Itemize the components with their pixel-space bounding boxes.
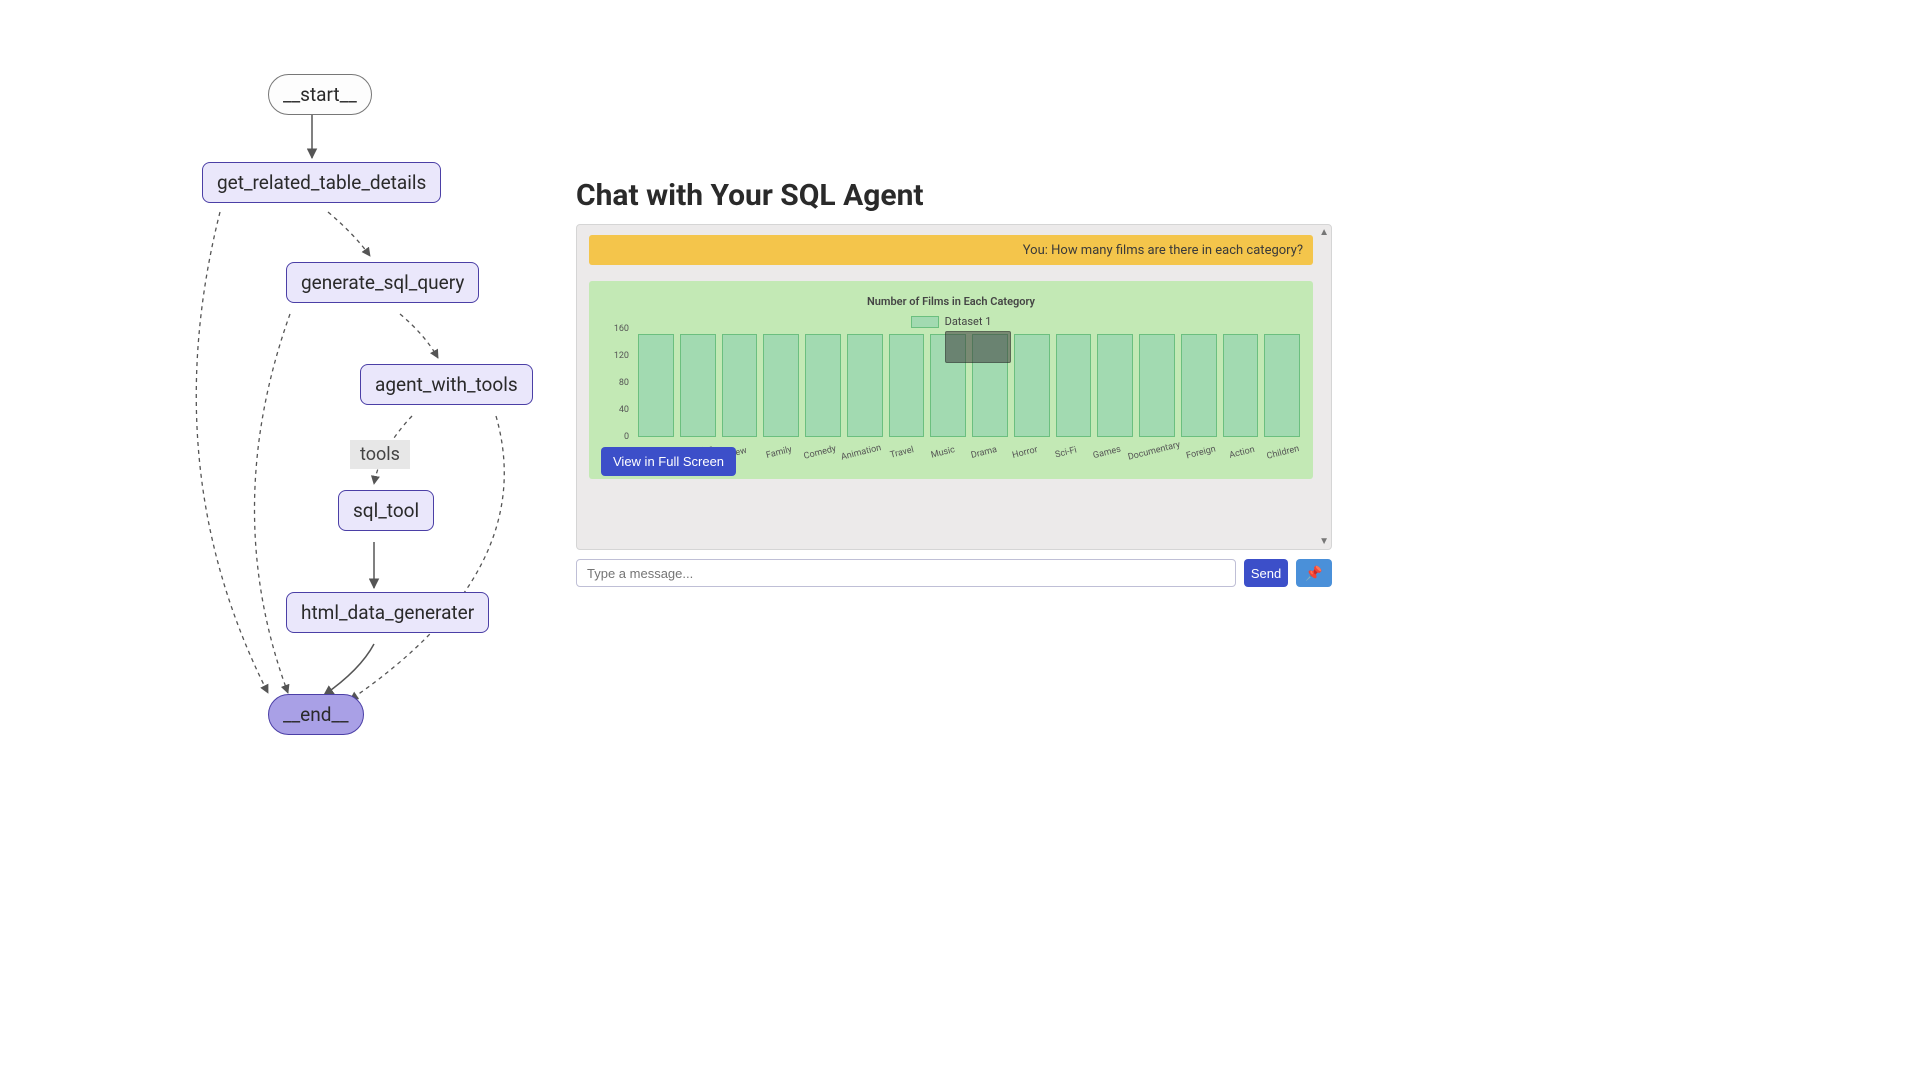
chart-tooltip (945, 331, 1011, 363)
x-tick-label: Drama (963, 443, 1005, 463)
chart-bar[interactable] (722, 334, 758, 437)
x-tick-label: Horror (1004, 443, 1046, 463)
chart-plot-area: 04080120160 (607, 329, 1303, 437)
chart-bar[interactable] (638, 334, 674, 437)
x-tick-label: Sci-Fi (1045, 443, 1087, 463)
node-label: __end__ (283, 703, 349, 726)
chart-bar[interactable] (680, 334, 716, 437)
attach-button[interactable]: 📌 (1296, 559, 1332, 587)
chart-bar[interactable] (1264, 334, 1300, 437)
y-tick: 40 (605, 405, 629, 415)
user-question: How many films are there in each categor… (1051, 243, 1303, 258)
node-label: tools (360, 444, 400, 465)
edge-label-tools: tools (350, 440, 410, 469)
x-tick-label: Foreign (1180, 443, 1222, 463)
node-generate-sql-query: generate_sql_query (286, 262, 479, 303)
legend-label: Dataset 1 (945, 315, 992, 328)
chart-bar[interactable] (805, 334, 841, 437)
chart-bar[interactable] (889, 334, 925, 437)
view-fullscreen-button[interactable]: View in Full Screen (601, 447, 736, 476)
node-label: sql_tool (353, 499, 419, 522)
scrollbar-up-icon[interactable]: ▲ (1319, 227, 1329, 238)
x-tick-label: Music (922, 443, 964, 463)
chart-bar[interactable] (1097, 334, 1133, 437)
y-tick: 120 (605, 351, 629, 361)
node-label: __start__ (283, 83, 357, 106)
chart-bar[interactable] (847, 334, 883, 437)
chart-bar[interactable] (763, 334, 799, 437)
agent-message-chart: Number of Films in Each Category Dataset… (589, 281, 1313, 479)
node-get-related-table-details: get_related_table_details (202, 162, 441, 203)
chart-bar[interactable] (1139, 334, 1175, 437)
chart-bar[interactable] (1056, 334, 1092, 437)
y-axis-ticks: 04080120160 (607, 329, 631, 437)
node-end: __end__ (268, 694, 364, 735)
user-message-text: You: How many films are there in each ca… (1023, 243, 1303, 258)
scrollbar-down-icon[interactable]: ▼ (1319, 536, 1329, 547)
send-button[interactable]: Send (1244, 559, 1288, 587)
chart-bar[interactable] (1223, 334, 1259, 437)
x-tick-label: Comedy (799, 443, 841, 463)
chart-title: Number of Films in Each Category (589, 295, 1313, 308)
node-label: generate_sql_query (301, 271, 464, 294)
user-prefix: You: (1023, 243, 1051, 258)
y-tick: 160 (605, 324, 629, 334)
chat-title: Chat with Your SQL Agent (576, 178, 924, 213)
node-label: get_related_table_details (217, 171, 426, 194)
x-tick-label: Family (758, 443, 800, 463)
node-label: agent_with_tools (375, 373, 518, 396)
y-tick: 80 (605, 378, 629, 388)
node-html-data-generater: html_data_generater (286, 592, 489, 633)
node-label: html_data_generater (301, 601, 474, 624)
node-sql-tool: sql_tool (338, 490, 434, 531)
chart-bar[interactable] (1014, 334, 1050, 437)
node-start: __start__ (268, 74, 372, 115)
x-tick-label: Travel (881, 443, 923, 463)
chat-history-pane: ▲ ▼ You: How many films are there in eac… (576, 224, 1332, 550)
x-tick-label: Action (1221, 443, 1263, 463)
chart-legend: Dataset 1 (589, 315, 1313, 328)
pin-icon: 📌 (1305, 565, 1322, 582)
user-message: You: How many films are there in each ca… (589, 235, 1313, 265)
flow-diagram: __start__ get_related_table_details gene… (160, 70, 560, 750)
x-tick-label: Documentary (1127, 440, 1181, 463)
chat-input[interactable] (576, 559, 1236, 587)
legend-swatch (911, 316, 939, 328)
x-tick-label: Children (1262, 443, 1304, 463)
y-tick: 0 (605, 432, 629, 442)
chart-bar[interactable] (1181, 334, 1217, 437)
node-agent-with-tools: agent_with_tools (360, 364, 533, 405)
x-tick-label: Animation (840, 443, 882, 463)
x-tick-label: Games (1086, 443, 1128, 463)
